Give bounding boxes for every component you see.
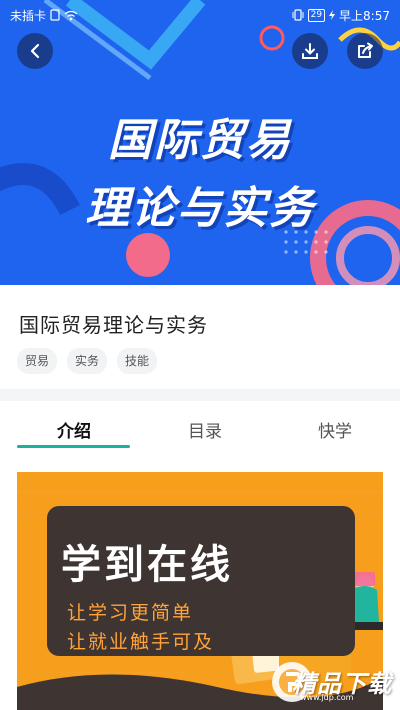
wifi-icon [64, 10, 78, 20]
course-cover-banner: 国际贸易 理论与实务 [0, 0, 400, 285]
tab-intro[interactable]: 介绍 [57, 417, 91, 442]
course-title: 国际贸易理论与实务 [19, 313, 208, 337]
poster-slogan-2: 让就业触手可及 [67, 631, 215, 653]
back-button[interactable] [17, 33, 53, 69]
banner-title-line2: 理论与实务 [85, 183, 315, 234]
share-button[interactable] [347, 33, 383, 69]
section-divider [0, 389, 400, 401]
chevron-left-icon [30, 43, 40, 59]
carrier-text: 未插卡 [10, 8, 47, 23]
charging-icon [329, 10, 336, 20]
status-bar: 未插卡 29 早上8:57 [0, 0, 400, 30]
tab-bar: 介绍 目录 快学 [0, 401, 400, 451]
active-tab-indicator [17, 445, 130, 448]
vibrate-icon [292, 9, 304, 21]
poster-title: 学到在线 [61, 542, 233, 588]
download-button[interactable] [292, 33, 328, 69]
course-info: 国际贸易理论与实务 贸易 实务 技能 [0, 285, 400, 389]
sim-icon [50, 9, 60, 21]
watermark-url: www.jdp.com [300, 693, 354, 702]
tab-quick-learn[interactable]: 快学 [318, 417, 352, 442]
tag-chip[interactable]: 贸易 [17, 348, 58, 374]
tag-chip[interactable]: 技能 [117, 348, 158, 374]
tab-catalog[interactable]: 目录 [188, 417, 222, 442]
tag-chip[interactable]: 实务 [67, 348, 108, 374]
banner-title-line1: 国际贸易 [108, 115, 292, 166]
poster-slogan-1: 让学习更简单 [67, 602, 194, 624]
clock-text: 早上8:57 [339, 8, 390, 23]
download-icon [302, 43, 318, 59]
share-icon [358, 42, 373, 58]
battery-level: 29 [307, 8, 326, 22]
course-tags: 贸易 实务 技能 [17, 348, 158, 374]
